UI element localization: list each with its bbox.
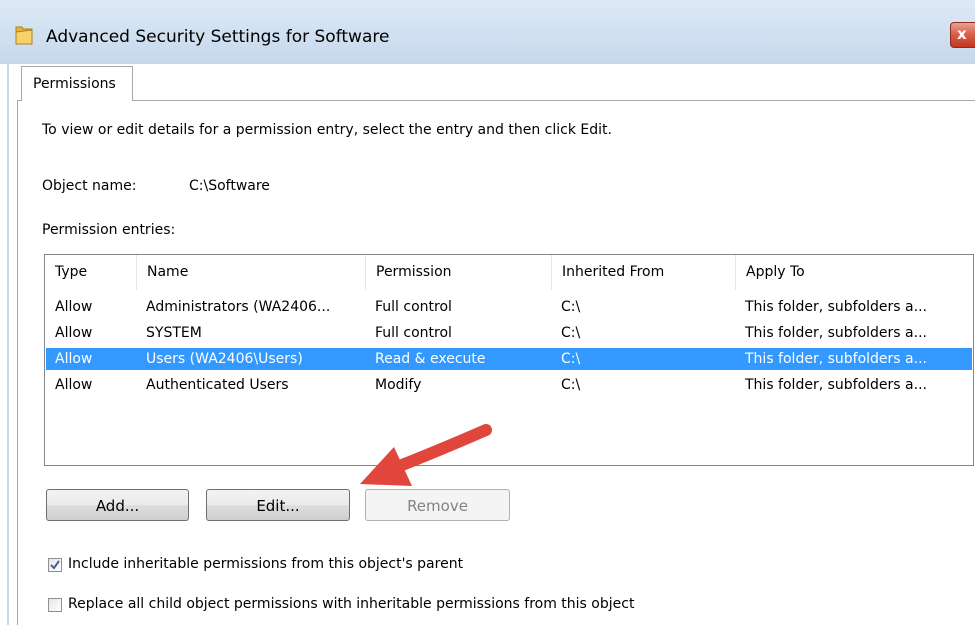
cell-permission: Read & execute [375,351,486,367]
tab-permissions[interactable]: Permissions [21,66,133,101]
cell-type: Allow [55,299,93,315]
instructions-text: To view or edit details for a permission… [42,122,612,138]
cell-type: Allow [55,377,93,393]
close-button[interactable]: x [950,22,975,48]
window-title: Advanced Security Settings for Software [46,27,390,47]
include-inheritable-checkbox[interactable] [48,558,62,572]
permission-entries-label: Permission entries: [42,222,176,238]
column-header-type[interactable]: Type [45,255,137,290]
column-header-permission[interactable]: Permission [366,255,552,290]
cell-permission: Full control [375,299,452,315]
replace-child-permissions-checkbox[interactable] [48,598,62,612]
include-inheritable-label[interactable]: Include inheritable permissions from thi… [68,556,463,572]
title-bar[interactable]: Advanced Security Settings for Software … [0,0,975,64]
cell-permission: Modify [375,377,422,393]
cell-apply-to: This folder, subfolders a... [745,377,927,393]
cell-inherited-from: C:\ [561,299,581,315]
add-button[interactable]: Add... [46,489,189,521]
advanced-security-settings-window: Advanced Security Settings for Software … [0,0,975,625]
cell-name: Users (WA2406\Users) [146,351,303,367]
cell-name: SYSTEM [146,325,202,341]
tab-strip [9,64,975,104]
edit-button[interactable]: Edit... [206,489,350,521]
cell-apply-to: This folder, subfolders a... [745,299,927,315]
cell-permission: Full control [375,325,452,341]
tab-join [22,99,132,102]
cell-inherited-from: C:\ [561,351,581,367]
table-row-selected[interactable]: Allow Users (WA2406\Users) Read & execut… [46,348,972,370]
folder-icon [15,26,33,45]
object-name-label: Object name: [42,178,137,194]
table-row[interactable]: Allow Authenticated Users Modify C:\ Thi… [46,374,972,396]
cell-name: Administrators (WA2406... [146,299,331,315]
cell-inherited-from: C:\ [561,325,581,341]
table-row[interactable]: Allow Administrators (WA2406... Full con… [46,296,972,318]
cell-apply-to: This folder, subfolders a... [745,325,927,341]
list-header: Type Name Permission Inherited From Appl… [45,255,973,290]
column-header-name[interactable]: Name [137,255,366,290]
permission-entries-list[interactable]: Type Name Permission Inherited From Appl… [44,254,974,466]
cell-inherited-from: C:\ [561,377,581,393]
cell-apply-to: This folder, subfolders a... [745,351,927,367]
remove-button[interactable]: Remove [365,489,510,521]
cell-type: Allow [55,351,93,367]
cell-name: Authenticated Users [146,377,289,393]
close-icon: x [957,25,967,43]
column-header-apply-to[interactable]: Apply To [736,255,973,290]
column-header-inherited-from[interactable]: Inherited From [552,255,736,290]
tab-permissions-label: Permissions [33,76,116,92]
replace-child-permissions-label[interactable]: Replace all child object permissions wit… [68,596,634,612]
window-left-border [7,64,9,625]
cell-type: Allow [55,325,93,341]
object-name-value: C:\Software [189,178,270,194]
checkmark-icon [50,560,60,570]
table-row[interactable]: Allow SYSTEM Full control C:\ This folde… [46,322,972,344]
